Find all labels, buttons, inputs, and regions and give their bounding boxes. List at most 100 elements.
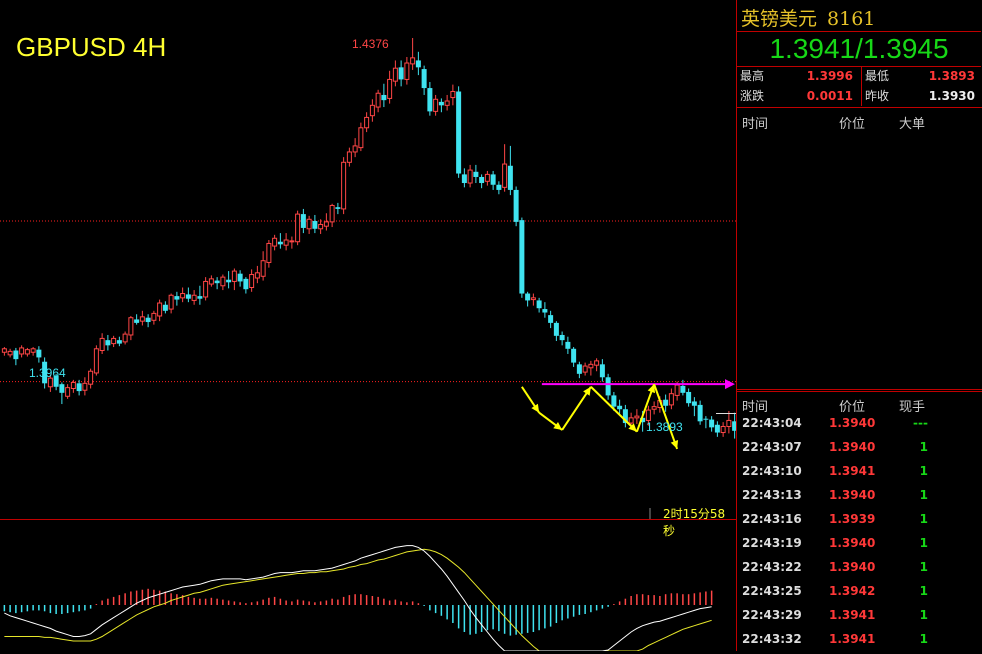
tick-row: 22:43:13 1.3940 1 xyxy=(737,486,982,510)
tick-size: 1 xyxy=(919,608,928,622)
candle-body xyxy=(369,104,375,117)
tick-price: 1.3940 xyxy=(829,416,876,430)
candle-body xyxy=(111,337,117,345)
candle-body xyxy=(295,213,301,243)
candle-body xyxy=(410,57,416,65)
candle-body xyxy=(433,98,439,112)
candle-body xyxy=(335,207,341,209)
candle-body xyxy=(645,409,651,421)
candle-body xyxy=(185,294,191,299)
ticks-header-price: 价位 xyxy=(839,400,866,415)
tick-price: 1.3940 xyxy=(829,488,876,502)
tick-size: 1 xyxy=(919,560,928,574)
candle-body xyxy=(709,419,715,428)
big-trades-header-price: 价位 xyxy=(839,117,866,132)
candle-body xyxy=(272,237,278,247)
stat-prevclose-value: 1.3930 xyxy=(928,89,975,103)
stat-low-label: 最低 xyxy=(865,69,890,83)
candle-body xyxy=(398,67,404,80)
tick-size: --- xyxy=(913,416,928,430)
tick-price: 1.3941 xyxy=(829,464,876,478)
candle-body xyxy=(582,365,588,373)
candle-body xyxy=(277,241,283,245)
candle-body xyxy=(226,279,232,283)
candle-body xyxy=(450,91,456,99)
stat-high: 最高 1.3996 xyxy=(740,67,853,85)
bar-countdown: 2时15分58秒 xyxy=(663,507,726,538)
stat-change-value: 0.0011 xyxy=(806,89,853,103)
tick-row: 22:43:32 1.3941 1 xyxy=(737,630,982,654)
candle-body xyxy=(19,347,25,355)
tick-price: 1.3940 xyxy=(829,536,876,550)
tick-time: 22:43:04 xyxy=(742,416,802,430)
candle-body xyxy=(530,297,536,301)
candle-body xyxy=(519,220,525,294)
tick-price: 1.3941 xyxy=(829,608,876,622)
candle-body xyxy=(479,176,485,184)
candle-body xyxy=(703,418,709,420)
candle-body xyxy=(392,67,398,82)
candle-body xyxy=(611,395,617,407)
tick-row: 22:43:16 1.3939 1 xyxy=(737,510,982,534)
stat-low-value: 1.3893 xyxy=(928,69,975,83)
tick-time: 22:43:19 xyxy=(742,536,802,550)
candle-body xyxy=(686,391,692,404)
tick-size: 1 xyxy=(919,512,928,526)
candle-body xyxy=(502,163,508,188)
stat-prevclose: 昨收 1.3930 xyxy=(865,87,975,105)
big-trades-bottom-divider xyxy=(737,389,982,390)
candle-body xyxy=(726,419,732,427)
candle-body xyxy=(7,350,13,356)
candle-body xyxy=(88,370,94,385)
candle-body xyxy=(306,218,312,230)
candle-body xyxy=(691,401,697,406)
candle-body xyxy=(237,273,243,282)
tick-row: 22:43:19 1.3940 1 xyxy=(737,534,982,558)
candle-body xyxy=(65,387,71,397)
candle-body xyxy=(105,340,111,346)
candle-body xyxy=(461,174,467,184)
tick-time: 22:43:13 xyxy=(742,488,802,502)
candle-body xyxy=(634,415,640,419)
tick-size: 1 xyxy=(919,632,928,646)
symbol-name: 英镑美元 xyxy=(741,8,818,30)
tick-size: 1 xyxy=(919,464,928,478)
tick-size: 1 xyxy=(919,488,928,502)
candle-body xyxy=(197,296,203,299)
tick-row: 22:43:07 1.3940 1 xyxy=(737,438,982,462)
low-price-label-left: 1.3964 xyxy=(29,366,66,380)
stat-high-label: 最高 xyxy=(740,69,765,83)
tick-price: 1.3942 xyxy=(829,584,876,598)
candle-body xyxy=(151,312,157,321)
candle-body xyxy=(553,322,559,336)
macd-dif-line xyxy=(4,545,712,651)
candle-body xyxy=(312,221,318,229)
candle-body xyxy=(490,174,496,185)
candle-body xyxy=(381,94,387,101)
candle-body xyxy=(720,425,726,434)
stats-divider xyxy=(861,66,862,106)
candle-body xyxy=(122,333,128,343)
big-trades-header-size: 大单 xyxy=(899,117,926,132)
ticks-header-size: 现手 xyxy=(899,400,926,415)
candle-body xyxy=(375,92,381,108)
tick-price: 1.3940 xyxy=(829,440,876,454)
tick-time: 22:43:22 xyxy=(742,560,802,574)
candle-body xyxy=(404,62,410,80)
candle-body xyxy=(36,349,42,358)
tick-time: 22:43:16 xyxy=(742,512,802,526)
candle-body xyxy=(59,384,65,393)
candle-body xyxy=(507,165,513,190)
candle-body xyxy=(427,88,433,112)
chart-area[interactable]: GBPUSD 4H 1.4376 1.3964 1.3893 2时15分58秒 xyxy=(0,0,736,651)
candle-body xyxy=(714,424,720,433)
macd-dea-line xyxy=(4,548,712,651)
candle-body xyxy=(594,360,600,366)
candle-body xyxy=(254,272,260,279)
candle-body xyxy=(346,151,352,163)
candle-body xyxy=(260,260,266,277)
candle-body xyxy=(617,405,623,410)
candle-body xyxy=(134,319,140,323)
candlestick-chart[interactable] xyxy=(0,0,736,651)
candle-body xyxy=(162,304,168,311)
